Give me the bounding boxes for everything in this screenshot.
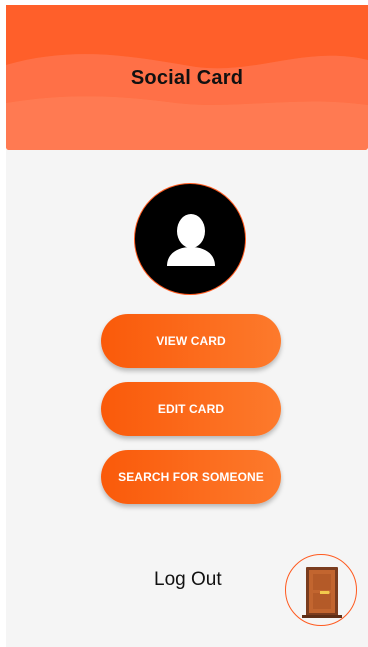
door-icon [302,567,342,618]
logout-button[interactable] [285,554,357,626]
edit-card-button[interactable]: EDIT CARD [101,382,281,436]
person-icon [167,214,215,266]
search-for-someone-button[interactable]: SEARCH FOR SOMEONE [101,450,281,504]
header-banner: Social Card [6,5,368,150]
view-card-button[interactable]: VIEW CARD [101,314,281,368]
avatar [134,183,246,295]
logout-label: Log Out [154,569,222,590]
app-screen: Social Card VIEW CARD EDIT CARD SEARCH F… [6,5,368,647]
page-title: Social Card [130,67,244,89]
